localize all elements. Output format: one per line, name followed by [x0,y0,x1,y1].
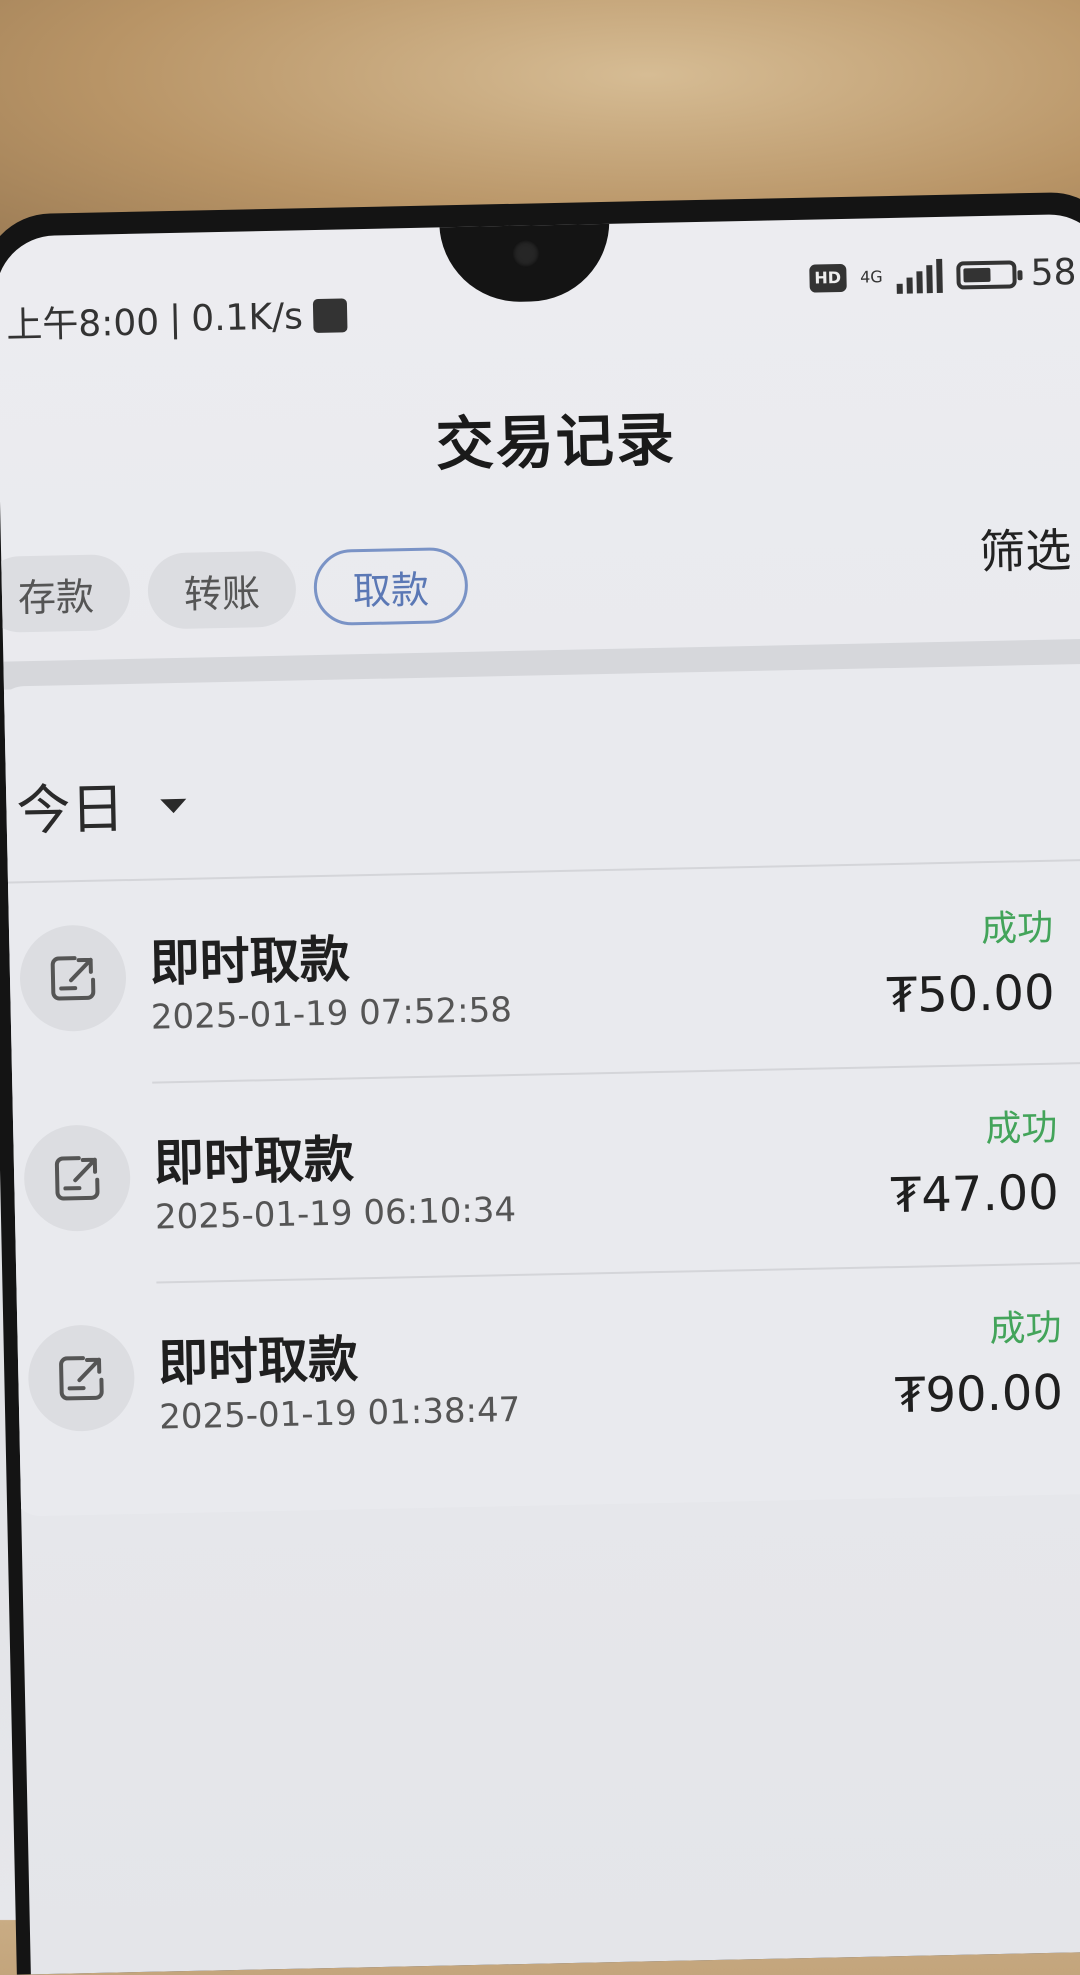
page-title: 交易记录 [435,405,677,479]
tab-bar: 存款 转账 取款 [0,546,469,634]
filter-button[interactable]: 筛选 [979,513,1080,582]
tab-withdraw[interactable]: 取款 [313,546,469,627]
network-type: 4G [859,266,883,287]
status-right: HD 4G 58 % [809,252,1080,299]
status-left: 上午8:00 | 0.1K/s [6,289,348,348]
screen: 上午8:00 | 0.1K/s HD 4G 58 % 交易记录 [0,213,1080,1975]
date-label: 今日 [15,777,126,843]
hd-icon: HD [809,263,847,293]
transaction-status: 成功 [980,907,1054,951]
transaction-title: 即时取款 [157,1330,359,1393]
notification-icon [312,298,348,334]
transaction-time: 2025-01-19 01:38:47 [158,1389,521,1438]
status-speed: 0.1K/s [190,295,304,340]
status-bar: 上午8:00 | 0.1K/s HD 4G 58 % [0,243,1080,346]
transaction-status: 成功 [989,1307,1062,1351]
date-selector[interactable]: 今日 [16,763,188,846]
withdraw-icon [27,1324,136,1433]
transaction-row[interactable]: 即时取款 2025-01-19 06:10:34 成功 ₮47.00 [2,1063,1080,1287]
signal-icon [896,258,944,294]
filter-label: 筛选 [978,523,1072,580]
tab-transfer[interactable]: 转账 [147,550,297,630]
phone-frame: 上午8:00 | 0.1K/s HD 4G 58 % 交易记录 [0,191,1080,1975]
transaction-amount: ₮90.00 [894,1364,1064,1425]
tab-deposit[interactable]: 存款 [0,553,131,634]
transaction-amount: ₮47.00 [890,1164,1060,1225]
transaction-amount: ₮50.00 [886,964,1056,1025]
status-time: 上午8:00 [5,302,160,347]
transaction-row[interactable]: 即时取款 2025-01-19 07:52:58 成功 ₮50.00 [0,863,1080,1087]
transaction-status: 成功 [984,1107,1058,1151]
transaction-time: 2025-01-19 07:52:58 [150,990,513,1038]
battery-icon [956,259,1017,290]
transaction-row[interactable]: 即时取款 2025-01-19 01:38:47 成功 ₮90.00 [6,1263,1080,1487]
withdraw-icon [23,1124,132,1233]
transaction-time: 2025-01-19 06:10:34 [154,1189,517,1238]
battery-percent: 58 [1030,252,1077,295]
transaction-title: 即时取款 [149,930,351,993]
caret-down-icon [160,798,187,813]
transactions-card: 今日 即时取款 2025-01-19 07:52:58 成功 ₮50.00 即时… [0,662,1080,1517]
network-indicator: 4G [859,266,883,287]
status-separator: | [168,298,182,340]
transaction-title: 即时取款 [153,1130,355,1193]
withdraw-icon [18,924,128,1033]
battery-fill [963,267,991,282]
